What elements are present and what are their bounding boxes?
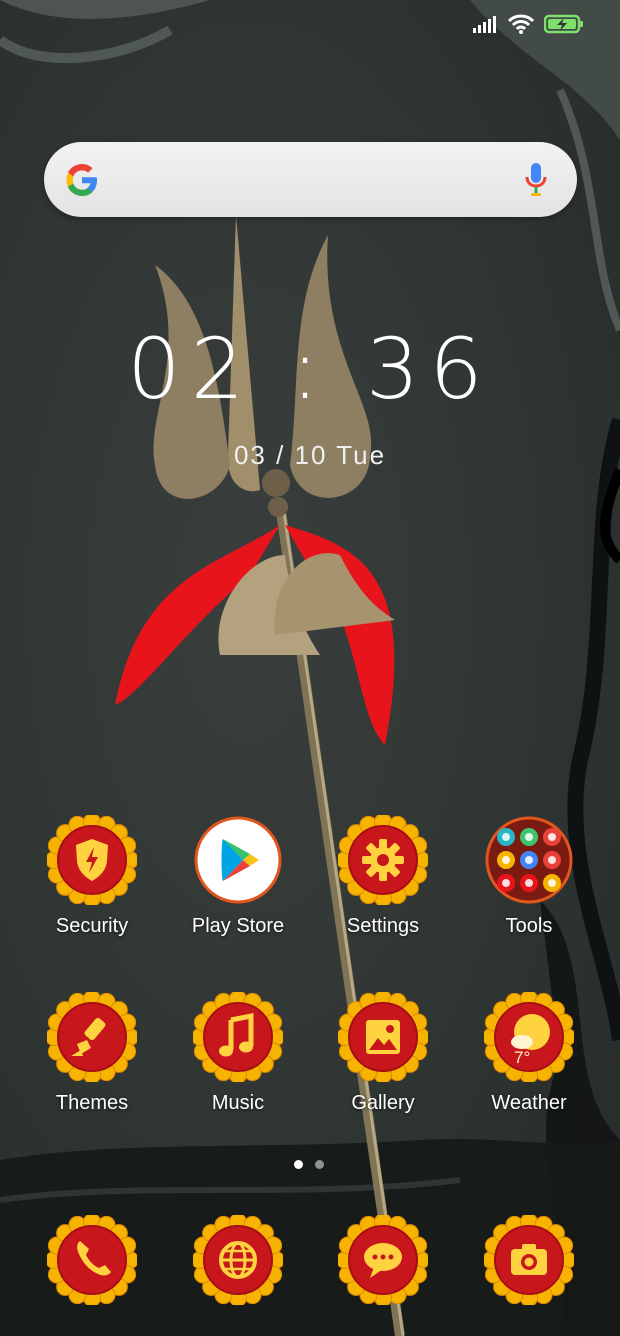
app-icon[interactable] [47,992,137,1082]
page-dot-active [294,1160,303,1169]
dock-phone[interactable] [22,1215,162,1305]
wifi-icon [508,14,534,34]
app-icon[interactable]: 7° [484,992,574,1082]
dock-icon[interactable] [484,1215,574,1305]
app-icon[interactable] [484,815,574,905]
app-tools[interactable]: Tools [459,815,599,938]
globe-icon [219,1241,257,1279]
app-label: Music [211,1092,265,1114]
app-label: Weather [491,1092,567,1114]
app-icon[interactable] [47,815,137,905]
weather-icon [511,1014,550,1050]
dock-camera[interactable] [459,1215,599,1305]
page-indicator [294,1160,324,1169]
google-search-bar[interactable] [44,142,577,217]
app-label: Settings [346,915,420,937]
dock-icon[interactable] [47,1215,137,1305]
mic-icon[interactable] [525,162,547,198]
app-security[interactable]: Security [22,815,162,938]
shield-bolt-icon [76,839,108,881]
app-label: Security [55,915,129,937]
signal-icon [473,16,496,33]
clock-date[interactable]: 03 / 10 Tue [0,440,620,471]
music-note-icon [219,1012,254,1057]
app-icon[interactable] [193,992,283,1082]
app-icon[interactable] [193,815,283,905]
image-icon [366,1020,400,1054]
app-settings[interactable]: Settings [313,815,453,938]
dock-messages[interactable] [313,1215,453,1305]
dock-icon[interactable] [193,1215,283,1305]
app-weather[interactable]: 7° Weather [459,992,599,1115]
app-icon[interactable] [338,992,428,1082]
app-label: Tools [505,915,553,937]
status-bar [472,14,584,34]
brush-icon [71,1017,106,1056]
app-themes[interactable]: Themes [22,992,162,1115]
dock-browser[interactable] [168,1215,308,1305]
play-store-icon [194,816,282,904]
dock-icon[interactable] [338,1215,428,1305]
gear-icon [362,839,404,881]
chat-bubble-icon [364,1243,402,1278]
app-icon[interactable] [338,815,428,905]
app-label: Play Store [191,915,285,937]
google-g-icon [66,164,97,196]
app-music[interactable]: Music [168,992,308,1115]
folder-icon [485,816,573,904]
page-dot [315,1160,324,1169]
phone-icon [77,1241,111,1276]
camera-icon [511,1244,547,1275]
app-play-store[interactable]: Play Store [168,815,308,938]
app-gallery[interactable]: Gallery [313,992,453,1115]
clock-time[interactable]: 02 : 36 [0,320,620,418]
battery-charging-icon [544,14,583,34]
weather-temperature: 7° [514,1048,531,1067]
app-label: Themes [55,1092,129,1114]
app-label: Gallery [351,1092,415,1114]
